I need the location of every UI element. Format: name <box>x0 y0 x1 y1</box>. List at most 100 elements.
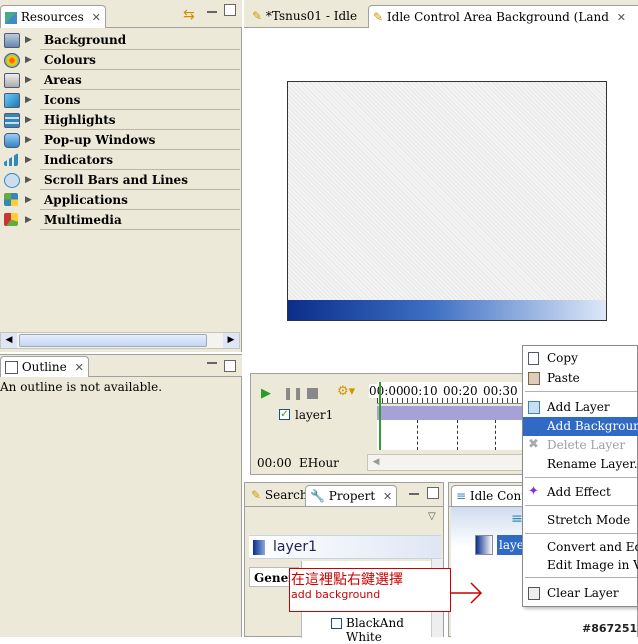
maximize-icon[interactable] <box>224 4 236 16</box>
tab-search[interactable]: ✎ Search <box>247 485 312 505</box>
scroll-right-icon[interactable]: ▶ <box>223 333 239 348</box>
multimedia-icon <box>4 213 18 226</box>
view-menu-icon[interactable]: ▽ <box>428 511 436 522</box>
layer-row[interactable]: ✓ layer1 <box>275 406 375 426</box>
menu-item-edit-vector[interactable]: Edit Image in Vecto <box>523 556 638 575</box>
resource-label: Colours <box>44 53 96 67</box>
minimize-icon[interactable] <box>409 491 419 495</box>
menu-item-label: Edit Image in Vecto <box>547 558 638 572</box>
current-time: 00:00 <box>257 456 292 470</box>
outline-icon <box>5 361 18 374</box>
annotation-arrow <box>451 582 483 604</box>
tab-outline[interactable]: Outline ✕ <box>0 356 89 377</box>
keyframe-dropdown-icon[interactable]: ⚙▾ <box>337 384 355 399</box>
chevron-right-icon[interactable]: ▶ <box>25 150 32 170</box>
chevron-right-icon[interactable]: ▶ <box>25 170 32 190</box>
layer-checkbox[interactable]: ✓ <box>279 409 290 420</box>
play-icon[interactable]: ▶ <box>261 386 271 401</box>
resource-item-multimedia[interactable]: ▶ Multimedia <box>0 210 240 230</box>
stop-icon[interactable] <box>307 388 318 399</box>
menu-item-label: Copy <box>547 351 578 365</box>
tab-resources-label: Resources <box>20 10 84 24</box>
resource-item-icons[interactable]: ▶ Icons <box>0 90 240 110</box>
editor-tabbar: ✎ *Tsnus01 - Idle ✎ Idle Control Area Ba… <box>244 0 638 28</box>
menu-item-rename-layer[interactable]: Rename Layer.. <box>523 455 638 474</box>
menu-item-label: Clear Layer <box>547 586 619 600</box>
resource-item-popup-windows[interactable]: ▶ Pop-up Windows <box>0 130 240 150</box>
close-icon[interactable]: ✕ <box>75 361 84 374</box>
resource-item-indicators[interactable]: ▶ Indicators <box>0 150 240 170</box>
resource-item-scroll-bars[interactable]: ▶ Scroll Bars and Lines <box>0 170 240 190</box>
close-icon[interactable]: ✕ <box>617 11 626 24</box>
minimize-icon[interactable] <box>207 9 217 13</box>
close-icon[interactable]: ✕ <box>383 490 392 503</box>
paste-icon <box>528 372 540 385</box>
resources-hscrollbar[interactable]: ◀ ▶ <box>0 332 240 349</box>
scroll-left-icon[interactable]: ◀ <box>1 333 17 348</box>
background-preview[interactable] <box>287 81 607 321</box>
tab-idle-control-area[interactable]: ✎ Idle Control Area Background (Land ✕ <box>368 5 638 28</box>
chevron-right-icon[interactable]: ▶ <box>25 190 32 210</box>
close-icon[interactable]: ✕ <box>92 11 101 24</box>
layers-icon[interactable]: ≡ <box>511 511 523 527</box>
properties-title-bar: layer1 <box>249 535 441 559</box>
annotation-line2: add background <box>291 588 381 601</box>
menu-item-stretch-mode[interactable]: Stretch Mode <box>523 511 638 530</box>
tab-properties[interactable]: 🔧 Propert ✕ <box>305 485 398 506</box>
menu-item-add-effect[interactable]: ✦ Add Effect <box>523 483 638 502</box>
menu-item-label: Paste <box>547 371 580 385</box>
edit-icon: ✎ <box>373 10 384 24</box>
chevron-right-icon[interactable]: ▶ <box>25 50 32 70</box>
tick-label: 00:30 <box>483 384 518 398</box>
pause-icon[interactable]: ❚❚ <box>283 386 303 400</box>
add-layer-icon <box>528 401 540 414</box>
chevron-right-icon[interactable]: ▶ <box>25 110 32 130</box>
copy-icon <box>528 352 539 365</box>
chevron-right-icon[interactable]: ▶ <box>25 130 32 150</box>
resource-item-highlights[interactable]: ▶ Highlights <box>0 110 240 130</box>
outline-empty-message: An outline is not available. <box>0 380 163 394</box>
tab-outline-label: Outline <box>21 360 67 374</box>
resource-label: Pop-up Windows <box>44 133 156 147</box>
resource-item-colours[interactable]: ▶ Colours <box>0 50 240 70</box>
chevron-right-icon[interactable]: ▶ <box>25 90 32 110</box>
resources-panel: Resources ✕ ⇆ ▶ Background ▶ Colours ▶ A… <box>0 0 242 352</box>
chevron-right-icon[interactable]: ▶ <box>25 70 32 90</box>
gradient-bar <box>288 300 606 320</box>
effect-sparkle-icon: ✦ <box>528 484 539 499</box>
link-editor-icon[interactable]: ⇆ <box>183 7 195 23</box>
delete-icon: ✖ <box>528 437 539 452</box>
resource-item-background[interactable]: ▶ Background <box>0 30 240 50</box>
resources-tabbar: Resources ✕ ⇆ <box>0 0 242 28</box>
resource-item-areas[interactable]: ▶ Areas <box>0 70 240 90</box>
menu-item-label: Delete Layer <box>547 438 626 452</box>
tab-tsnus01[interactable]: ✎ *Tsnus01 - Idle <box>248 5 361 27</box>
menu-item-clear-layer[interactable]: Clear Layer <box>523 584 638 603</box>
blackandwhite-checkbox[interactable] <box>331 618 342 629</box>
tab-resources[interactable]: Resources ✕ <box>0 5 106 28</box>
menu-item-add-background[interactable]: Add Background <box>523 417 638 436</box>
chevron-right-icon[interactable]: ▶ <box>25 210 32 230</box>
palette-icon <box>4 53 20 68</box>
menu-item-add-layer[interactable]: Add Layer <box>523 398 638 417</box>
chevron-right-icon[interactable]: ▶ <box>25 30 32 50</box>
applications-icon <box>4 193 18 206</box>
resource-item-applications[interactable]: ▶ Applications <box>0 190 240 210</box>
tab-tsnus01-label: *Tsnus01 - Idle <box>265 9 358 23</box>
playhead[interactable] <box>379 382 381 450</box>
scroll-left-icon[interactable]: ◀ <box>368 455 384 470</box>
menu-item-paste[interactable]: Paste <box>523 369 638 388</box>
outline-panel: Outline ✕ An outline is not available. <box>0 354 242 637</box>
layer-name: layer1 <box>295 408 334 422</box>
menu-item-convert-edit[interactable]: Convert and Edit in <box>523 538 638 557</box>
menu-item-copy[interactable]: Copy <box>523 349 638 368</box>
maximize-icon[interactable] <box>224 360 236 372</box>
minimize-icon[interactable] <box>207 360 217 364</box>
layer-icon <box>253 540 265 555</box>
menu-item-delete-layer[interactable]: ✖ Delete Layer <box>523 436 638 455</box>
search-icon: ✎ <box>251 488 262 502</box>
resource-label: Areas <box>44 73 82 87</box>
scroll-thumb[interactable] <box>19 334 207 347</box>
maximize-icon[interactable] <box>427 487 439 499</box>
resource-label: Icons <box>44 93 81 107</box>
